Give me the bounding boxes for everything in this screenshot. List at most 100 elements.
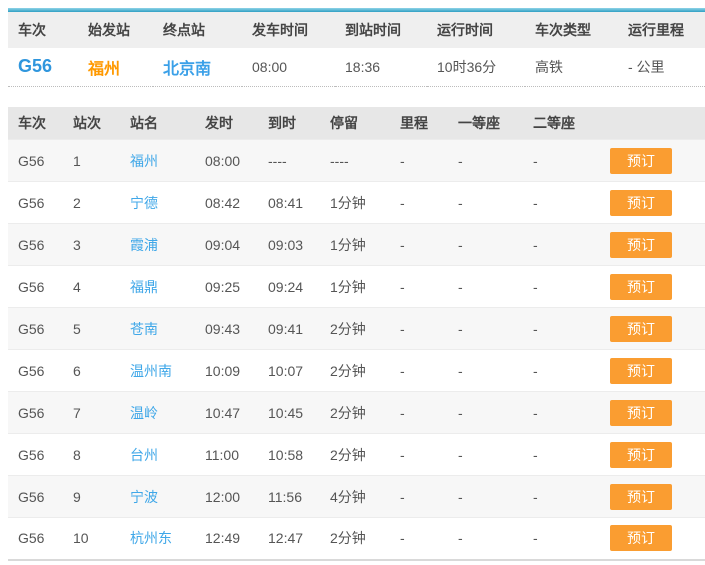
cell-stay: 4分钟 <box>320 475 390 518</box>
cell-depart: 10:09 <box>195 349 258 392</box>
cell-first-class: - <box>448 517 523 560</box>
cell-depart: 10:47 <box>195 391 258 434</box>
cell-mileage: - <box>390 349 448 392</box>
summary-duration: 10时36分 <box>427 48 525 87</box>
book-button[interactable]: 预订 <box>610 231 672 258</box>
book-button[interactable]: 预订 <box>610 357 672 384</box>
book-button[interactable]: 预订 <box>610 525 672 552</box>
col-header-station: 站名 <box>120 106 195 140</box>
cell-first-class: - <box>448 265 523 308</box>
book-button[interactable]: 预订 <box>610 189 672 216</box>
terminal-station-link[interactable]: 北京南 <box>163 61 211 78</box>
cell-depart: 08:42 <box>195 181 258 224</box>
cell-stop-no: 2 <box>63 181 120 224</box>
cell-first-class: - <box>448 223 523 266</box>
col-header-depart: 发时 <box>195 106 258 140</box>
col-header-first-class: 一等座 <box>448 106 523 140</box>
cell-stop-no: 4 <box>63 265 120 308</box>
summary-row: G56 福州 北京南 08:00 18:36 10时36分 高铁 - 公里 <box>8 48 705 87</box>
col-header-book <box>600 106 705 140</box>
cell-stay: 2分钟 <box>320 433 390 476</box>
stop-row: G56 3 霞浦 09:04 09:03 1分钟 - - - 预订 <box>8 223 705 266</box>
book-button[interactable]: 预订 <box>610 273 672 300</box>
cell-stop-no: 10 <box>63 517 120 560</box>
cell-depart: 12:49 <box>195 517 258 560</box>
station-link[interactable]: 福州 <box>130 153 158 169</box>
stops-table: 车次 站次 站名 发时 到时 停留 里程 一等座 二等座 G56 1 福州 08… <box>8 106 705 561</box>
cell-stay: 2分钟 <box>320 349 390 392</box>
stop-row: G56 7 温岭 10:47 10:45 2分钟 - - - 预订 <box>8 391 705 434</box>
cell-stop-no: 7 <box>63 391 120 434</box>
cell-train: G56 <box>8 307 63 350</box>
col-header-second-class: 二等座 <box>523 106 600 140</box>
train-code-link[interactable]: G56 <box>18 56 52 76</box>
col-header-stop-no: 站次 <box>63 106 120 140</box>
station-link[interactable]: 福鼎 <box>130 279 158 295</box>
col-header-mileage: 里程 <box>390 106 448 140</box>
col-header-arrive-time: 到站时间 <box>335 12 427 48</box>
cell-mileage: - <box>390 517 448 560</box>
col-header-stay: 停留 <box>320 106 390 140</box>
station-link[interactable]: 台州 <box>130 447 158 463</box>
book-button[interactable]: 预订 <box>610 483 672 510</box>
col-header-train-type: 车次类型 <box>525 12 618 48</box>
cell-depart: 09:25 <box>195 265 258 308</box>
cell-train: G56 <box>8 349 63 392</box>
stop-row: G56 8 台州 11:00 10:58 2分钟 - - - 预订 <box>8 433 705 476</box>
cell-second-class: - <box>523 475 600 518</box>
station-link[interactable]: 温岭 <box>130 405 158 421</box>
cell-arrive: 09:03 <box>258 223 320 266</box>
cell-mileage: - <box>390 181 448 224</box>
cell-train: G56 <box>8 265 63 308</box>
cell-second-class: - <box>523 307 600 350</box>
cell-first-class: - <box>448 475 523 518</box>
cell-arrive: 11:56 <box>258 475 320 518</box>
col-header-duration: 运行时间 <box>427 12 525 48</box>
cell-second-class: - <box>523 139 600 182</box>
station-link[interactable]: 宁波 <box>130 489 158 505</box>
cell-arrive: 09:24 <box>258 265 320 308</box>
cell-train: G56 <box>8 181 63 224</box>
cell-stay: 1分钟 <box>320 181 390 224</box>
book-button[interactable]: 预订 <box>610 441 672 468</box>
cell-train: G56 <box>8 223 63 266</box>
cell-depart: 12:00 <box>195 475 258 518</box>
stop-row: G56 6 温州南 10:09 10:07 2分钟 - - - 预订 <box>8 349 705 392</box>
cell-stay: 1分钟 <box>320 265 390 308</box>
book-button[interactable]: 预订 <box>610 315 672 342</box>
cell-second-class: - <box>523 349 600 392</box>
station-link[interactable]: 苍南 <box>130 321 158 337</box>
cell-second-class: - <box>523 181 600 224</box>
cell-mileage: - <box>390 391 448 434</box>
col-header-train: 车次 <box>8 12 78 48</box>
cell-mileage: - <box>390 307 448 350</box>
cell-arrive: 10:07 <box>258 349 320 392</box>
station-link[interactable]: 温州南 <box>130 363 172 379</box>
train-schedule-panel: 车次 始发站 终点站 发车时间 到站时间 运行时间 车次类型 运行里程 G56 … <box>8 0 705 561</box>
cell-second-class: - <box>523 517 600 560</box>
station-link[interactable]: 霞浦 <box>130 237 158 253</box>
cell-stop-no: 1 <box>63 139 120 182</box>
cell-mileage: - <box>390 265 448 308</box>
cell-arrive: 10:58 <box>258 433 320 476</box>
cell-first-class: - <box>448 391 523 434</box>
cell-stay: 2分钟 <box>320 391 390 434</box>
cell-second-class: - <box>523 265 600 308</box>
stops-header-row: 车次 站次 站名 发时 到时 停留 里程 一等座 二等座 <box>8 106 705 140</box>
stop-row: G56 10 杭州东 12:49 12:47 2分钟 - - - 预订 <box>8 517 705 560</box>
col-header-terminal: 终点站 <box>153 12 242 48</box>
station-link[interactable]: 宁德 <box>130 195 158 211</box>
cell-train: G56 <box>8 475 63 518</box>
cell-depart: 11:00 <box>195 433 258 476</box>
col-header-train: 车次 <box>8 106 63 140</box>
origin-station-link[interactable]: 福州 <box>88 61 120 78</box>
cell-second-class: - <box>523 433 600 476</box>
cell-first-class: - <box>448 139 523 182</box>
cell-arrive: 09:41 <box>258 307 320 350</box>
cell-mileage: - <box>390 433 448 476</box>
book-button[interactable]: 预订 <box>610 147 672 174</box>
station-link[interactable]: 杭州东 <box>130 530 172 546</box>
stop-row: G56 2 宁德 08:42 08:41 1分钟 - - - 预订 <box>8 181 705 224</box>
cell-stay: ---- <box>320 139 390 182</box>
book-button[interactable]: 预订 <box>610 399 672 426</box>
